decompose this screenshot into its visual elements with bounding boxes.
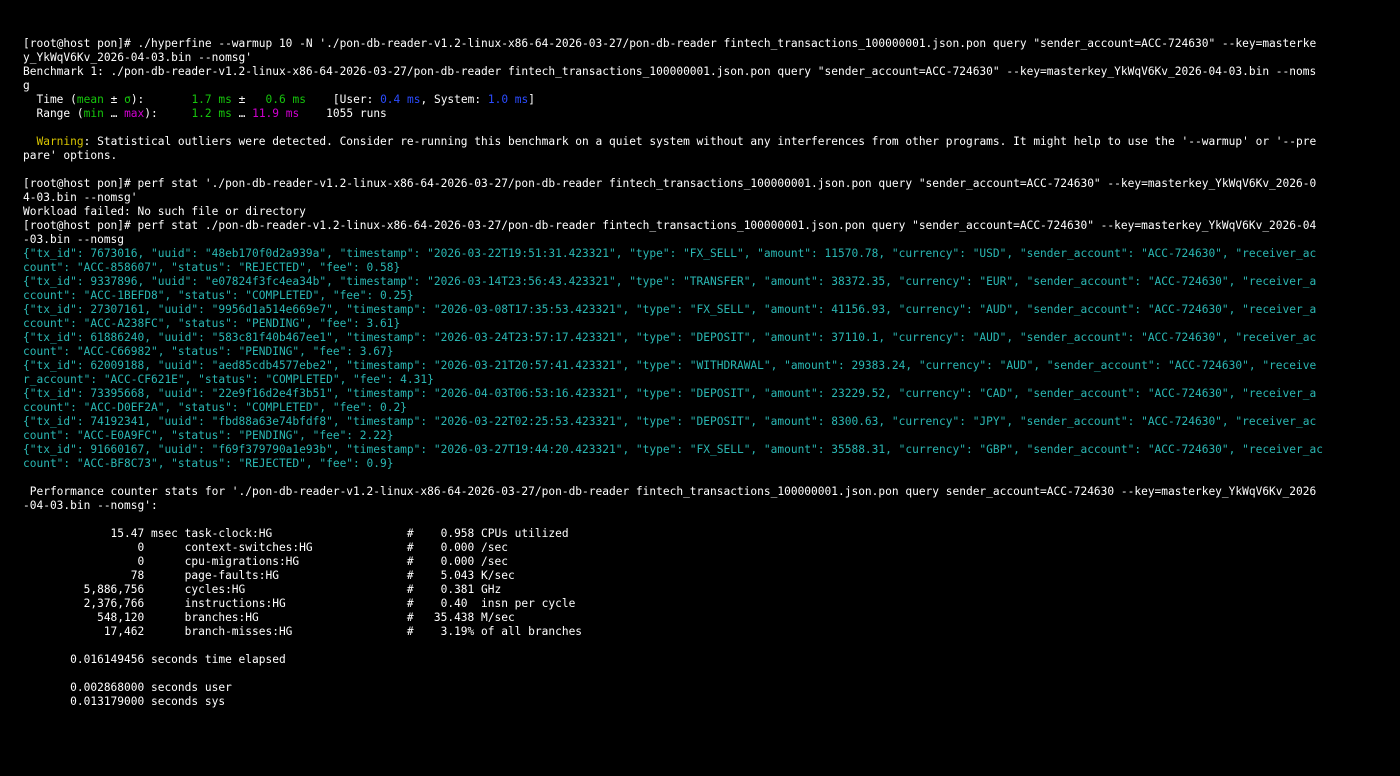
min-value: 1.2 ms — [191, 107, 232, 120]
perf-stat-row: 548,120 branches:HG # 35.438 M/sec — [23, 611, 515, 624]
json-output-line: count": "ACC-BF8C73", "status": "REJECTE… — [23, 457, 394, 470]
runs-count: 1055 runs — [299, 107, 387, 120]
perf-stat-row: 5,886,756 cycles:HG # 0.381 GHz — [23, 583, 502, 596]
max-value: 11.9 ms — [252, 107, 300, 120]
json-output-line: ccount": "ACC-1BEFD8", "status": "COMPLE… — [23, 289, 414, 302]
ellipsis: … — [231, 107, 253, 120]
json-output-line: {"tx_id": 62009188, "uuid": "aed85cdb457… — [23, 359, 1317, 372]
perf-stat-row: 2,376,766 instructions:HG # 0.40 insn pe… — [23, 597, 576, 610]
perf-stat-row: 17,462 branch-misses:HG # 3.19% of all b… — [23, 625, 583, 638]
separator: ): — [144, 107, 192, 120]
json-output-line: {"tx_id": 73395668, "uuid": "22e9f16d2e4… — [23, 387, 1317, 400]
range-label: Range ( — [23, 107, 84, 120]
mean-label: mean — [76, 93, 104, 106]
json-output-line: ccount": "ACC-D0EF2A", "status": "COMPLE… — [23, 401, 407, 414]
json-output-line: r_account": "ACC-CF621E", "status": "COM… — [23, 373, 434, 386]
benchmark-header: g — [23, 79, 30, 92]
warning-line: pare' options. — [23, 149, 118, 162]
command-line: [root@host pon]# perf stat ./pon-db-read… — [23, 219, 1317, 232]
json-output-line: {"tx_id": 9337896, "uuid": "e07824f3fc4e… — [23, 275, 1317, 288]
terminal-output[interactable]: [root@host pon]# ./hyperfine --warmup 10… — [23, 37, 1373, 709]
command-line: 4-03.bin --nomsg' — [23, 191, 138, 204]
separator: ): — [130, 93, 192, 106]
mean-value: 1.7 ms — [191, 93, 232, 106]
command-line: [root@host pon]# ./hyperfine --warmup 10… — [23, 37, 1317, 50]
time-label: Time ( — [23, 93, 77, 106]
plus-minus: ± — [103, 93, 125, 106]
command-line: y_YkWqV6Kv_2026-04-03.bin --nomsg' — [23, 51, 253, 64]
json-output-line: count": "ACC-858607", "status": "REJECTE… — [23, 261, 401, 274]
perf-header: -04-03.bin --nomsg': — [23, 499, 158, 512]
benchmark-header: Benchmark 1: ./pon-db-reader-v1.2-linux-… — [23, 65, 1317, 78]
bracket: ] — [528, 93, 536, 106]
perf-stat-row: 15.47 msec task-clock:HG # 0.958 CPUs ut… — [23, 527, 569, 540]
error-message: Workload failed: No such file or directo… — [23, 205, 306, 218]
json-output-line: count": "ACC-C66982", "status": "PENDING… — [23, 345, 394, 358]
perf-stat-row: 0 cpu-migrations:HG # 0.000 /sec — [23, 555, 508, 568]
json-output-line: {"tx_id": 74192341, "uuid": "fbd88a63e74… — [23, 415, 1317, 428]
sigma-label: σ — [124, 93, 131, 106]
system-label: , System: — [420, 93, 488, 106]
json-output-line: ccount": "ACC-A238FC", "status": "PENDIN… — [23, 317, 401, 330]
command-line: [root@host pon]# perf stat './pon-db-rea… — [23, 177, 1317, 190]
user-time: 0.002868000 seconds user — [23, 681, 232, 694]
system-time-value: 1.0 ms — [487, 93, 529, 106]
user-time-value: 0.4 ms — [380, 93, 421, 106]
plus-minus: ± — [231, 93, 266, 106]
max-label: max — [124, 107, 145, 120]
warning-text: : Statistical outliers were detected. Co… — [83, 135, 1317, 148]
ellipsis: … — [103, 107, 125, 120]
sigma-value: 0.6 ms — [265, 93, 306, 106]
min-label: min — [83, 107, 104, 120]
command-line: -03.bin --nomsg — [23, 233, 125, 246]
json-output-line: {"tx_id": 61886240, "uuid": "583c81f40b4… — [23, 331, 1317, 344]
perf-header: Performance counter stats for './pon-db-… — [23, 485, 1317, 498]
json-output-line: {"tx_id": 91660167, "uuid": "f69f379790a… — [23, 443, 1323, 456]
json-output-line: {"tx_id": 7673016, "uuid": "48eb170f0d2a… — [23, 247, 1317, 260]
user-label: [User: — [305, 93, 381, 106]
sys-time: 0.013179000 seconds sys — [23, 695, 226, 708]
time-stats-line: Time (mean ± σ): 1.7 ms ± 0.6 ms [User: … — [23, 93, 1373, 107]
perf-stat-row: 0 context-switches:HG # 0.000 /sec — [23, 541, 508, 554]
warning-line: Warning: Statistical outliers were detec… — [23, 135, 1373, 149]
perf-stat-row: 78 page-faults:HG # 5.043 K/sec — [23, 569, 515, 582]
warning-label: Warning — [23, 135, 84, 148]
range-stats-line: Range (min … max): 1.2 ms … 11.9 ms 1055… — [23, 107, 1373, 121]
json-output-line: count": "ACC-E0A9FC", "status": "PENDING… — [23, 429, 394, 442]
json-output-line: {"tx_id": 27307161, "uuid": "9956d1a514e… — [23, 303, 1317, 316]
elapsed-time: 0.016149456 seconds time elapsed — [23, 653, 286, 666]
